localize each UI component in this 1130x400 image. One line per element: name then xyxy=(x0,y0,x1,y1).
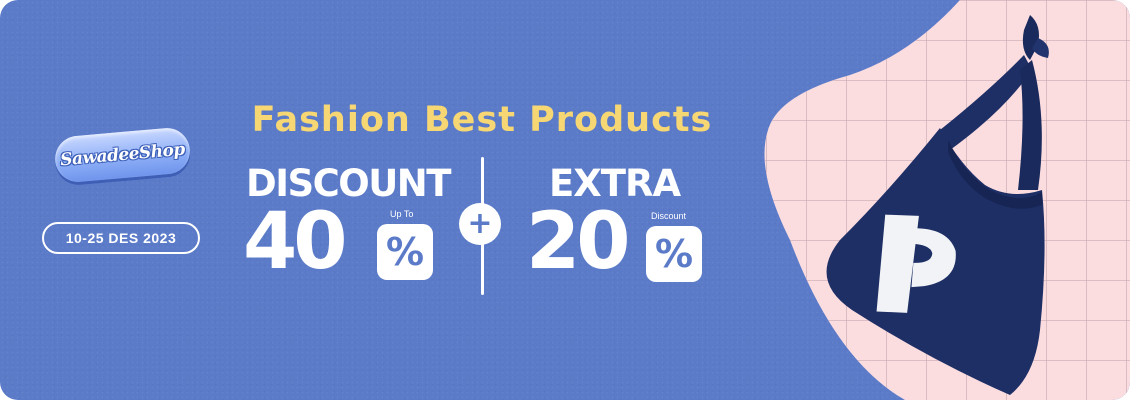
brand-name: SawadeeShop xyxy=(59,139,186,171)
extra-percent-badge: % xyxy=(646,226,702,282)
tote-bag-icon xyxy=(826,15,1049,395)
page-title: Fashion Best Products xyxy=(251,100,713,140)
date-range-badge: 10-25 DES 2023 xyxy=(42,222,200,254)
promo-banner[interactable]: SawadeeShop 10-25 DES 2023 Fashion Best … xyxy=(0,0,1130,400)
extra-value: 20 xyxy=(526,197,631,287)
up-to-label: Up To xyxy=(390,209,414,219)
plus-icon: + xyxy=(459,203,501,245)
discount-value: 40 xyxy=(243,197,348,287)
discount-percent-badge: % xyxy=(377,224,433,280)
extra-discount-small-label: Discount xyxy=(651,211,687,221)
